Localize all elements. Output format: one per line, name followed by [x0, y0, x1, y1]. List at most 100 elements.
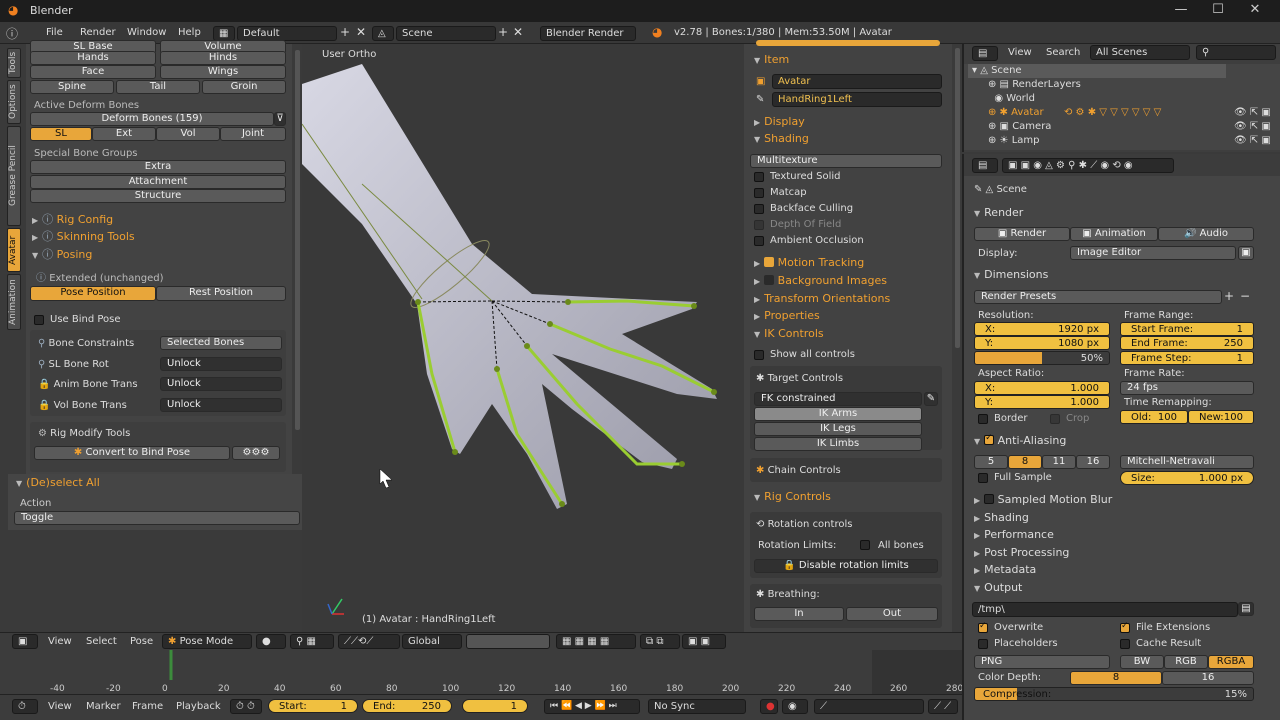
close-button[interactable]: ✕ [1240, 2, 1270, 20]
outliner-item-world[interactable]: ◉ World [988, 93, 1035, 104]
show-all-controls-checkbox[interactable] [754, 350, 764, 360]
backface-culling-checkbox[interactable] [754, 204, 764, 214]
tab-options[interactable]: Options [7, 80, 21, 124]
keyframe-icons[interactable]: ⟋ ⟋ [928, 699, 958, 714]
bone-constraints-select[interactable]: Selected Bones [160, 336, 282, 350]
layout-icon[interactable]: ▦ [213, 26, 235, 41]
metadata-header[interactable]: ▶ Metadata [974, 563, 1036, 576]
remap-new-field[interactable]: New: 100 [1188, 410, 1254, 424]
display-header[interactable]: ▶ Display [754, 115, 805, 128]
bone-group-hands[interactable]: Hands [30, 51, 156, 65]
outliner-filter-select[interactable]: All Scenes [1090, 45, 1190, 60]
outliner-item-camera[interactable]: ⊕ ▣ Camera [988, 121, 1051, 132]
timeline-editor-icon[interactable]: ⏱ [12, 699, 38, 714]
bone-group-tail[interactable]: Tail [116, 80, 200, 94]
folder-icon[interactable]: ▤ [1238, 602, 1254, 616]
editor-type-icon[interactable]: ⓘ [6, 25, 18, 42]
outliner-menu-view[interactable]: View [1008, 47, 1032, 58]
shading-panel-header[interactable]: ▶ Shading [974, 511, 1029, 524]
bone-name-field[interactable]: HandRing1Left [772, 92, 942, 107]
pose-tools-icons[interactable]: ▦ ▦ ▦ ▦ [556, 634, 636, 649]
use-bind-pose-checkbox[interactable] [34, 315, 44, 325]
start-frame-prop[interactable]: Start Frame: 1 [1120, 322, 1254, 336]
render-presets-select[interactable]: Render Presets [974, 290, 1222, 304]
properties-header[interactable]: ▶ Properties [754, 309, 820, 322]
animation-button[interactable]: ▣ Animation [1070, 227, 1158, 241]
res-percentage-slider[interactable]: 50% [974, 351, 1110, 365]
viewport-3d[interactable]: User Ortho (1) Avatar: HandRing1Left [302, 44, 744, 634]
transform-orientations-header[interactable]: ▶ Transform Orientations [754, 292, 890, 305]
border-checkbox[interactable] [978, 414, 988, 424]
deform-tab-ext[interactable]: Ext [92, 127, 156, 141]
output-path-field[interactable]: /tmp\ [972, 602, 1238, 617]
timeline-menu-playback[interactable]: Playback [176, 701, 221, 712]
special-group-extra[interactable]: Extra [30, 160, 286, 174]
view3d-menu-select[interactable]: Select [86, 636, 117, 647]
color-rgb-button[interactable]: RGB [1164, 655, 1208, 669]
ik-controls-header[interactable]: ▼ IK Controls [754, 327, 824, 340]
full-sample-checkbox[interactable] [978, 473, 988, 483]
add-layout-button[interactable]: + [340, 25, 350, 39]
special-group-structure[interactable]: Structure [30, 189, 286, 203]
tab-animation[interactable]: Animation [7, 274, 21, 330]
filter-icon[interactable]: ⊽ [274, 112, 286, 126]
add-preset-button[interactable]: + [1224, 289, 1234, 303]
deform-bones-button[interactable]: Deform Bones (159) [30, 112, 274, 126]
audio-button[interactable]: 🔊 Audio [1158, 227, 1254, 241]
outliner-editor-icon[interactable]: ▤ [972, 46, 998, 61]
dimensions-header[interactable]: ▼ Dimensions [974, 268, 1048, 281]
anti-aliasing-header[interactable]: ▼ Anti-Aliasing [974, 433, 1066, 447]
anim-bone-trans-unlock[interactable]: Unlock [160, 377, 282, 391]
pivot-select[interactable]: ⚲ ▦ [290, 634, 334, 649]
add-scene-button[interactable]: + [498, 25, 508, 39]
maximize-button[interactable]: ☐ [1203, 2, 1233, 20]
all-bones-checkbox[interactable] [860, 540, 870, 550]
fps-select[interactable]: 24 fps [1120, 381, 1254, 395]
end-frame-prop[interactable]: End Frame: 250 [1120, 336, 1254, 350]
outliner-item-renderlayers[interactable]: ⊕ ▤ RenderLayers [988, 79, 1081, 90]
playback-controls[interactable]: ⏮ ⏪ ◀ ▶ ⏩ ⏭ [544, 699, 640, 714]
display-icon[interactable]: ▣ [1238, 246, 1254, 260]
shading-header[interactable]: ▼ Shading [754, 132, 809, 145]
preview-range-icons[interactable]: ⏱ ⏱ [230, 699, 262, 714]
outliner-item-lamp[interactable]: ⊕ ☀ Lamp [988, 135, 1040, 146]
color-depth-16[interactable]: 16 [1162, 671, 1254, 685]
color-bw-button[interactable]: BW [1120, 655, 1164, 669]
ik-limbs-item[interactable]: IK Limbs [754, 437, 922, 451]
properties-context-tabs[interactable]: ▣ ▣ ◉ ◬ ⚙ ⚲ ✱ ⟋ ◉ ⟲ ◉ [1002, 158, 1174, 173]
cache-result-checkbox[interactable] [1120, 639, 1130, 649]
aspect-y-field[interactable]: Y: 1.000 [974, 395, 1110, 409]
matcap-checkbox[interactable] [754, 188, 764, 198]
render-icons[interactable]: ▣ ▣ [682, 634, 726, 649]
rig-config-header[interactable]: ▶ ⓘ Rig Config [32, 211, 113, 227]
aa-size-field[interactable]: Size: 1.000 px [1120, 471, 1254, 485]
breathing-out-button[interactable]: Out [846, 607, 938, 621]
outliner-menu-search[interactable]: Search [1046, 47, 1080, 58]
layer-buttons[interactable] [466, 634, 550, 649]
action-select[interactable]: Toggle [14, 511, 300, 525]
timeline-menu-marker[interactable]: Marker [86, 701, 121, 712]
copy-paste-icons[interactable]: ⧉ ⧉ [640, 634, 680, 649]
current-frame-field[interactable]: 1 [462, 699, 528, 713]
properties-editor-icon[interactable]: ▤ [972, 158, 998, 173]
bind-pose-tools-icons[interactable]: ⚙⚙⚙ [232, 446, 280, 460]
menu-render[interactable]: Render [80, 27, 116, 38]
aa-samples-8[interactable]: 8 [1008, 455, 1042, 469]
color-depth-8[interactable]: 8 [1070, 671, 1162, 685]
aa-samples-5[interactable]: 5 [974, 455, 1008, 469]
bone-group-groin[interactable]: Groin [202, 80, 286, 94]
sl-bone-rot-unlock[interactable]: Unlock [160, 357, 282, 371]
aspect-x-field[interactable]: X: 1.000 [974, 381, 1110, 395]
shading-select[interactable]: ● [256, 634, 286, 649]
object-name-field[interactable]: Avatar [772, 74, 942, 89]
res-y-field[interactable]: Y: 1080 px [974, 336, 1110, 350]
render-button[interactable]: ▣ Render [974, 227, 1070, 241]
file-extensions-checkbox[interactable] [1120, 621, 1130, 633]
bone-group-face[interactable]: Face [30, 65, 156, 79]
record-button[interactable]: ● [760, 699, 778, 714]
special-group-attachment[interactable]: Attachment [30, 175, 286, 189]
rest-position-button[interactable]: Rest Position [156, 286, 286, 301]
tool-panel-scrollbar[interactable] [295, 50, 300, 430]
ik-arms-item[interactable]: IK Arms [754, 407, 922, 421]
posing-header[interactable]: ▼ ⓘ Posing [32, 246, 92, 262]
